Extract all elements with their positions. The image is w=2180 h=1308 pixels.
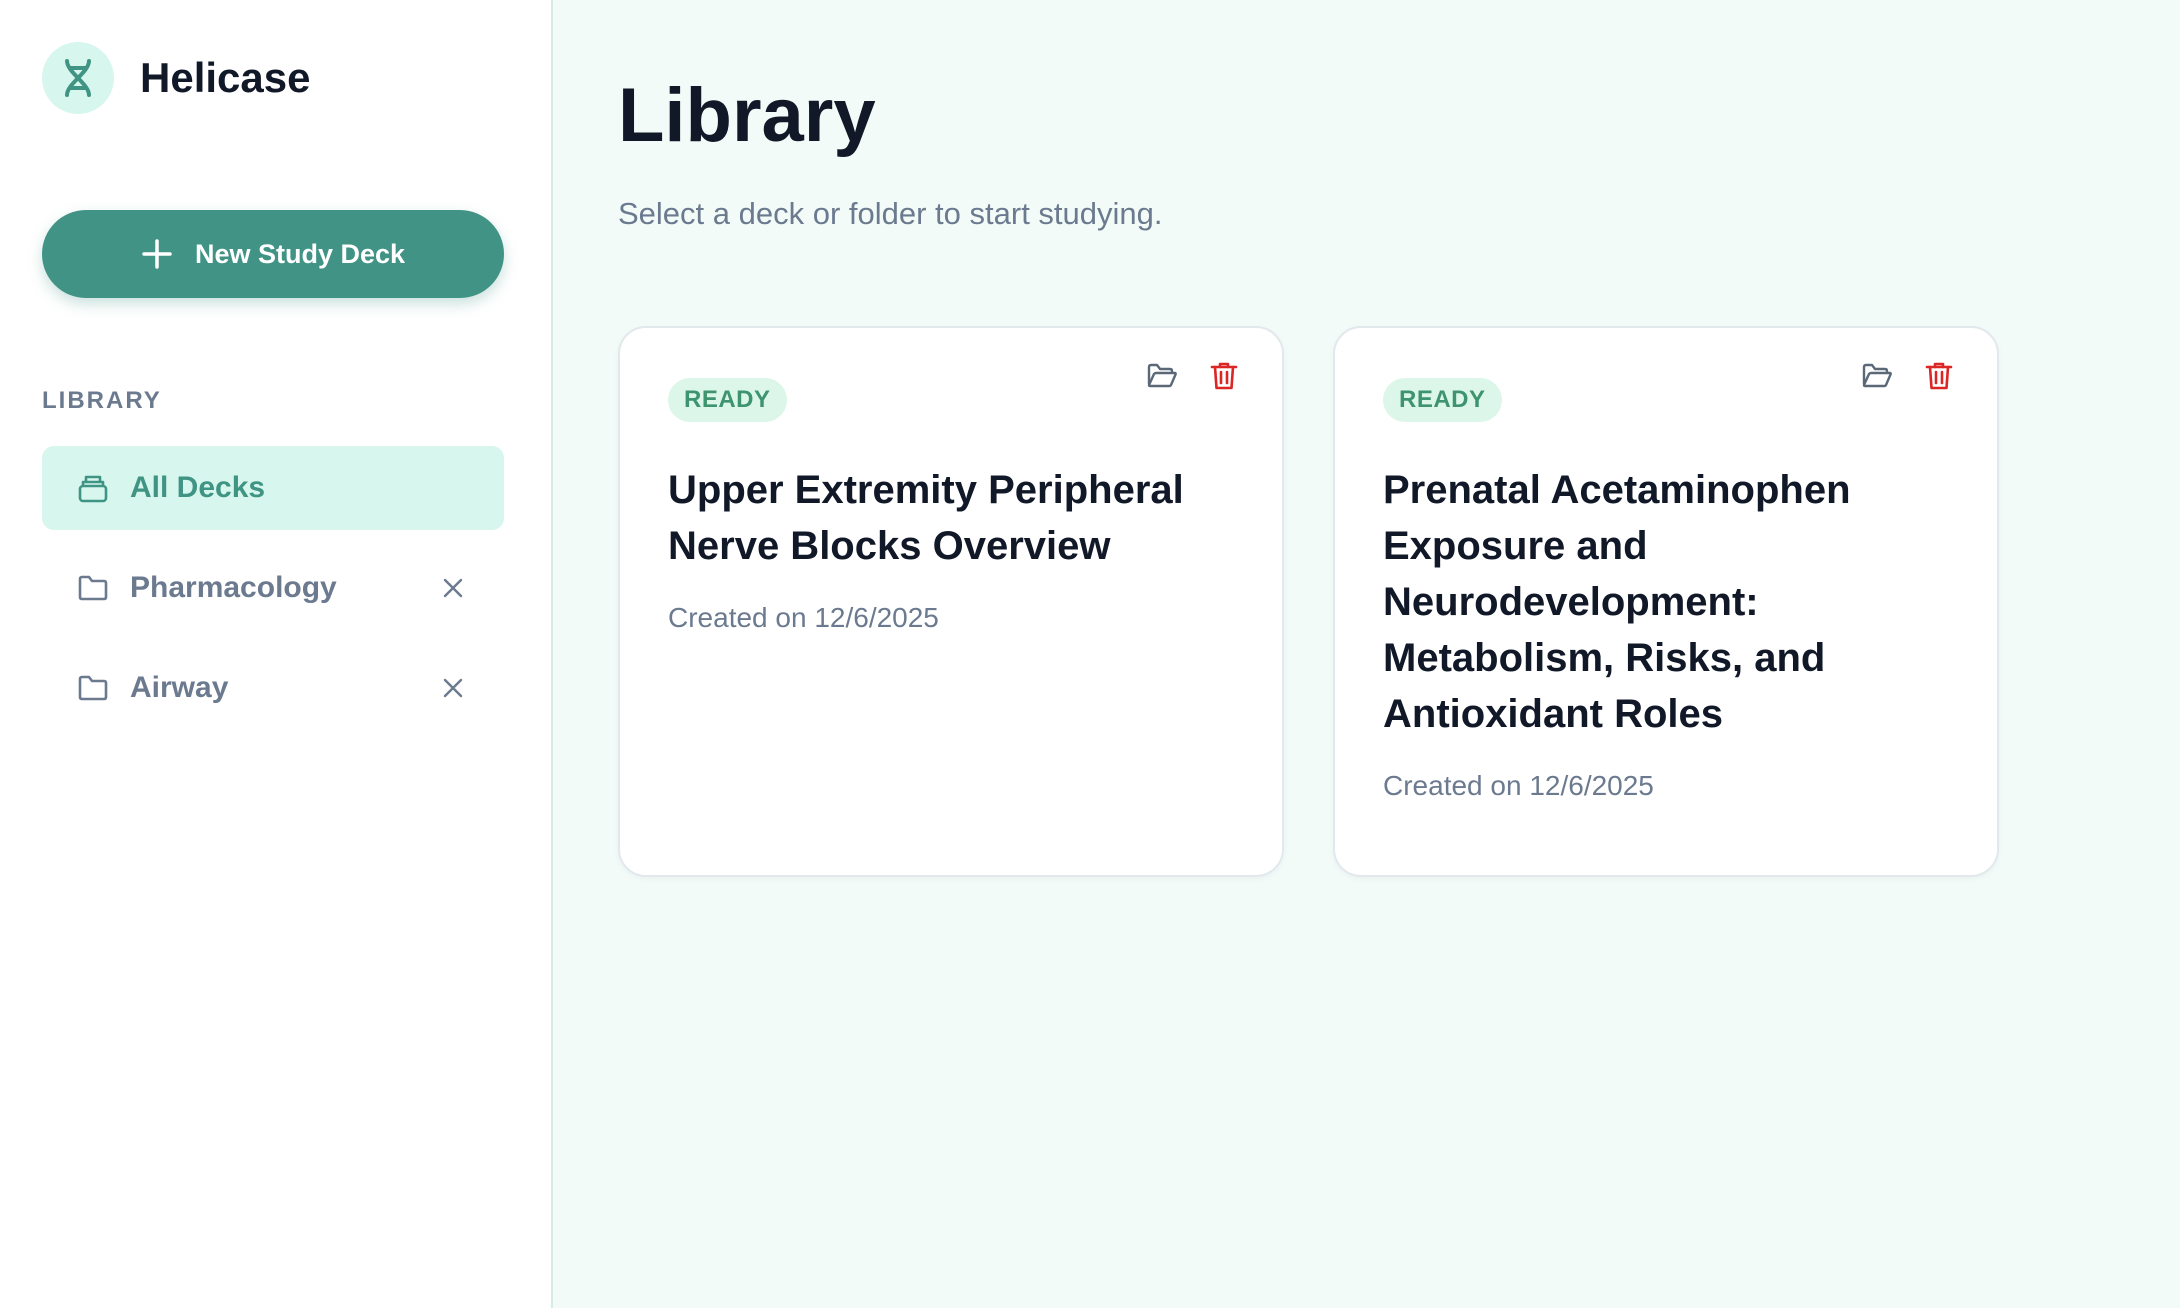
sidebar-item-all-decks[interactable]: All Decks — [42, 446, 504, 530]
deck-created-date: Created on 12/6/2025 — [668, 602, 939, 633]
sidebar-item-label: Pharmacology — [130, 571, 337, 604]
sidebar-item-airway[interactable]: Airway — [42, 646, 504, 730]
page-title: Library — [618, 73, 876, 158]
deck-title: Upper Extremity Peripheral Nerve Blocks … — [668, 468, 1184, 568]
sidebar: Helicase New Study Deck LIBRARY All Deck… — [0, 0, 553, 1308]
deck-created-date: Created on 12/6/2025 — [1383, 770, 1654, 801]
folder-icon — [76, 571, 110, 605]
trash-icon[interactable] — [1206, 358, 1242, 394]
brand-name: Helicase — [140, 54, 311, 101]
plus-icon — [142, 239, 172, 269]
new-study-deck-button[interactable]: New Study Deck — [42, 210, 504, 298]
app-root: Helicase New Study Deck LIBRARY All Deck… — [0, 0, 2180, 1308]
card-actions — [1859, 358, 1957, 394]
library-section-label: LIBRARY — [42, 387, 162, 414]
brand[interactable]: Helicase — [42, 42, 310, 114]
remove-folder-airway-close-icon[interactable] — [440, 675, 466, 701]
deck-card[interactable]: READY Prenatal Acetaminophen Exposure an… — [1333, 326, 1999, 877]
status-badge: READY — [668, 378, 787, 422]
sidebar-item-pharmacology[interactable]: Pharmacology — [42, 546, 504, 630]
new-study-deck-label: New Study Deck — [194, 238, 406, 269]
move-to-folder-icon[interactable] — [1144, 358, 1180, 394]
deck-title: Prenatal Acetaminophen Exposure and Neur… — [1383, 468, 1851, 736]
sidebar-item-label: Airway — [130, 671, 229, 704]
status-badge: READY — [1383, 378, 1502, 422]
deck-card[interactable]: READY Upper Extremity Peripheral Nerve B… — [618, 326, 1284, 877]
archive-icon — [76, 471, 110, 505]
page-subtitle: Select a deck or folder to start studyin… — [618, 196, 1163, 231]
remove-folder-pharmacology-close-icon[interactable] — [440, 575, 466, 601]
main-content: Library Select a deck or folder to start… — [553, 0, 2180, 1308]
trash-icon[interactable] — [1921, 358, 1957, 394]
card-actions — [1144, 358, 1242, 394]
move-to-folder-icon[interactable] — [1859, 358, 1895, 394]
dna-icon — [42, 42, 114, 114]
folder-icon — [76, 671, 110, 705]
sidebar-item-label: All Decks — [130, 471, 266, 504]
